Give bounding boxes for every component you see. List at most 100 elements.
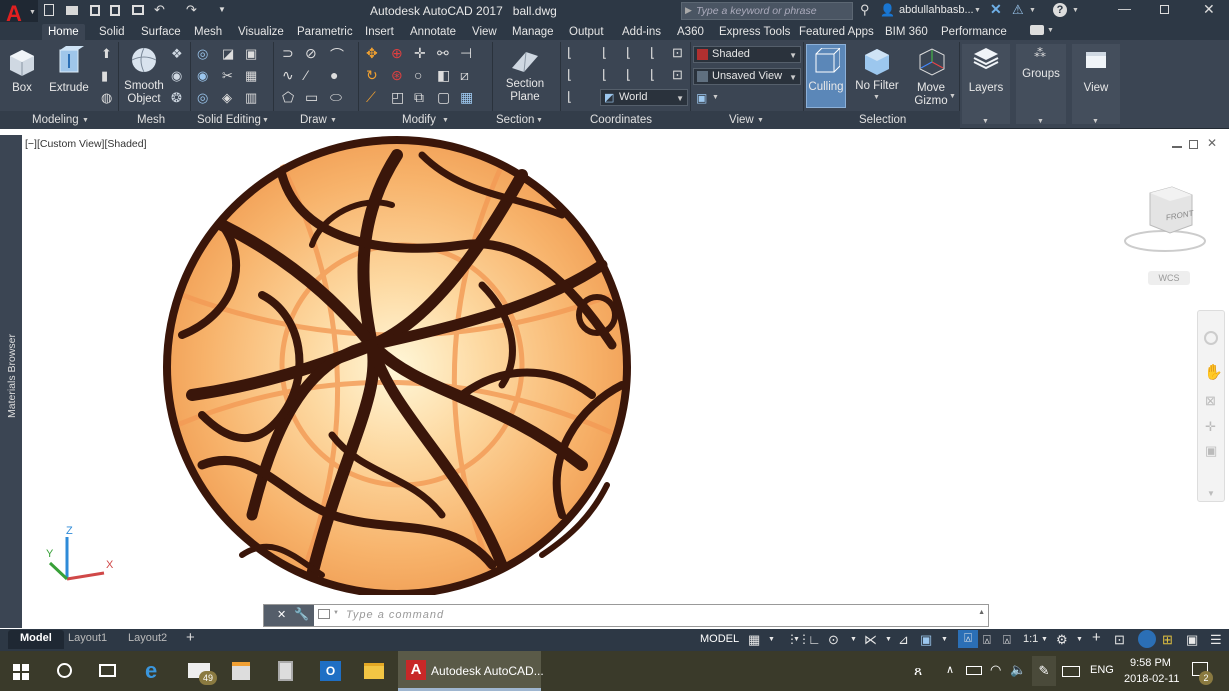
move-gizmo-button[interactable]: Move Gizmo ▼	[908, 44, 956, 108]
tab-surface[interactable]: Surface	[141, 24, 181, 40]
erase-icon[interactable]: ⚯	[437, 45, 449, 62]
redo-icon[interactable]: ↷	[186, 2, 197, 18]
language-indicator[interactable]: ENG	[1090, 664, 1114, 676]
cortana-icon[interactable]	[57, 663, 72, 678]
panel-modeling[interactable]: Modeling	[32, 112, 79, 128]
stretch-icon[interactable]: ✛	[414, 45, 426, 62]
auto-scale-icon[interactable]: ⍓	[983, 632, 991, 648]
panel-draw[interactable]: Draw	[300, 112, 327, 128]
align-icon[interactable]: ▦	[460, 89, 473, 106]
units-icon[interactable]: ⊡	[1114, 632, 1125, 648]
no-filter-button[interactable]: No Filter ▼	[852, 44, 902, 106]
workspace-icon[interactable]: ⚙	[1056, 632, 1068, 648]
help-icon[interactable]: ?	[1053, 3, 1067, 17]
tab-home[interactable]: Home	[42, 24, 85, 40]
tab-performance[interactable]: Performance	[941, 24, 1007, 40]
windows-start-icon[interactable]	[13, 664, 29, 680]
arc-icon[interactable]: ⌒	[330, 45, 344, 65]
panel-mesh[interactable]: Mesh	[137, 112, 165, 128]
command-close-icon[interactable]: ✕	[277, 608, 286, 621]
pan-icon[interactable]: ✋	[1204, 363, 1223, 381]
ellipse-icon[interactable]: ⬭	[330, 89, 342, 106]
add-layout-icon[interactable]: +	[186, 629, 195, 646]
viewport-minimize-icon[interactable]	[1172, 146, 1182, 148]
polysolid-icon[interactable]: ▮	[101, 68, 108, 84]
panel-selection[interactable]: Selection	[859, 112, 906, 128]
separate-icon[interactable]: ▣	[245, 46, 257, 62]
join-icon[interactable]: ⊣	[460, 45, 472, 62]
materials-browser-palette[interactable]: Materials Browser	[0, 135, 22, 628]
mirror-icon[interactable]: ⊛	[391, 67, 403, 84]
panel-solid-editing[interactable]: Solid Editing	[197, 112, 261, 128]
tab-model[interactable]: Model	[8, 630, 64, 649]
viewport-label[interactable]: [−][Custom View][Shaded]	[25, 138, 147, 150]
recent-commands-dropdown-icon[interactable]: ▼	[333, 610, 339, 616]
wcs-menu[interactable]: WCS	[1148, 271, 1190, 285]
polar-icon[interactable]: ⊙	[828, 632, 839, 648]
tab-manage[interactable]: Manage	[512, 24, 554, 40]
tab-parametric[interactable]: Parametric	[297, 24, 353, 40]
ucs-origin-icon[interactable]: ⌊	[567, 89, 572, 105]
slice-icon[interactable]: ▥	[245, 90, 257, 106]
tab-annotate[interactable]: Annotate	[410, 24, 456, 40]
tab-view[interactable]: View	[472, 24, 497, 40]
break-icon[interactable]: ⧄	[460, 67, 469, 84]
ribbon-toggle-dropdown-icon[interactable]: ▼	[1047, 27, 1054, 34]
save-as-icon[interactable]	[110, 5, 120, 16]
annotation-visibility-icon[interactable]: ⍓	[958, 630, 978, 648]
ucs-x-icon[interactable]: ⌊	[602, 45, 607, 61]
a360-icon[interactable]: ⚠	[1012, 2, 1024, 18]
culling-button[interactable]: Culling	[806, 44, 846, 108]
tab-express-tools[interactable]: Express Tools	[719, 24, 790, 40]
viewport-close-icon[interactable]: ✕	[1207, 136, 1217, 150]
zoom-extents-icon[interactable]: ⊠	[1205, 393, 1216, 409]
showmotion-icon[interactable]: ▣	[1205, 443, 1217, 459]
fillet-edge-icon[interactable]: ◪	[222, 46, 234, 62]
people-icon[interactable]: ጸ	[914, 662, 922, 679]
panel-view[interactable]: View	[729, 112, 754, 128]
ucs-named-icon[interactable]: ⌊	[567, 67, 572, 83]
exchange-apps-icon[interactable]: ✕	[990, 1, 1002, 18]
snap-dropdown-icon[interactable]: ▼	[793, 636, 800, 643]
rectangle-icon[interactable]: ▭	[305, 89, 318, 106]
pen-icon[interactable]: ✎	[1032, 656, 1056, 686]
cylinder-icon[interactable]: ◍	[101, 90, 112, 106]
model-space-toggle[interactable]: MODEL	[700, 633, 739, 645]
calculator-icon[interactable]	[278, 661, 293, 681]
nav-options-icon[interactable]: ▼	[1207, 489, 1215, 498]
show-hidden-icons-icon[interactable]: ∧	[946, 663, 954, 676]
viewport-restore-icon[interactable]	[1189, 140, 1198, 149]
imprint-icon[interactable]: ◈	[222, 90, 232, 106]
offset-icon[interactable]: ▢	[437, 89, 450, 106]
edge-icon[interactable]: e	[145, 658, 157, 684]
command-input[interactable]: Type a command	[346, 609, 444, 621]
extrude-button[interactable]: Extrude	[46, 44, 92, 98]
polar-dropdown-icon[interactable]: ▼	[850, 636, 857, 643]
section-plane-button[interactable]: Section Plane	[500, 46, 550, 106]
tab-featured-apps[interactable]: Featured Apps	[799, 24, 874, 40]
view-button[interactable]: View ▼	[1072, 44, 1120, 125]
restore-icon[interactable]	[1160, 5, 1169, 14]
ucs-y-icon[interactable]: ⌊	[626, 45, 631, 61]
layers-button[interactable]: Layers ▼	[962, 44, 1010, 125]
groups-button[interactable]: ⁂ Groups ▼	[1016, 44, 1066, 125]
osnap-menu-dropdown-icon[interactable]: ▼	[941, 636, 948, 643]
circle-icon[interactable]: ●	[330, 67, 338, 83]
command-line-handle[interactable]: ✕ 🔧	[264, 605, 314, 626]
orbit-icon[interactable]: ✛	[1205, 419, 1216, 435]
annotation-scale-value[interactable]: 1:1	[1023, 633, 1038, 645]
wifi-icon[interactable]: ◠	[990, 662, 1001, 678]
scale-icon[interactable]: ○	[414, 67, 422, 83]
tab-layout2[interactable]: Layout2	[128, 632, 167, 644]
tab-solid[interactable]: Solid	[99, 24, 125, 40]
clean-screen-icon[interactable]: ▣	[1186, 632, 1198, 648]
annotation-monitor-icon[interactable]: +	[1092, 629, 1101, 646]
outlook-icon[interactable]: O	[320, 661, 341, 681]
ucs-object-icon[interactable]: ⌊	[650, 67, 655, 83]
array-icon[interactable]: ⧉	[414, 89, 424, 106]
tab-addins[interactable]: Add-ins	[622, 24, 661, 40]
task-view-icon[interactable]	[99, 664, 116, 677]
search-icon[interactable]: ⚲	[860, 2, 870, 18]
fillet-icon[interactable]: ◰	[391, 89, 404, 106]
minimize-icon[interactable]: —	[1118, 1, 1131, 16]
